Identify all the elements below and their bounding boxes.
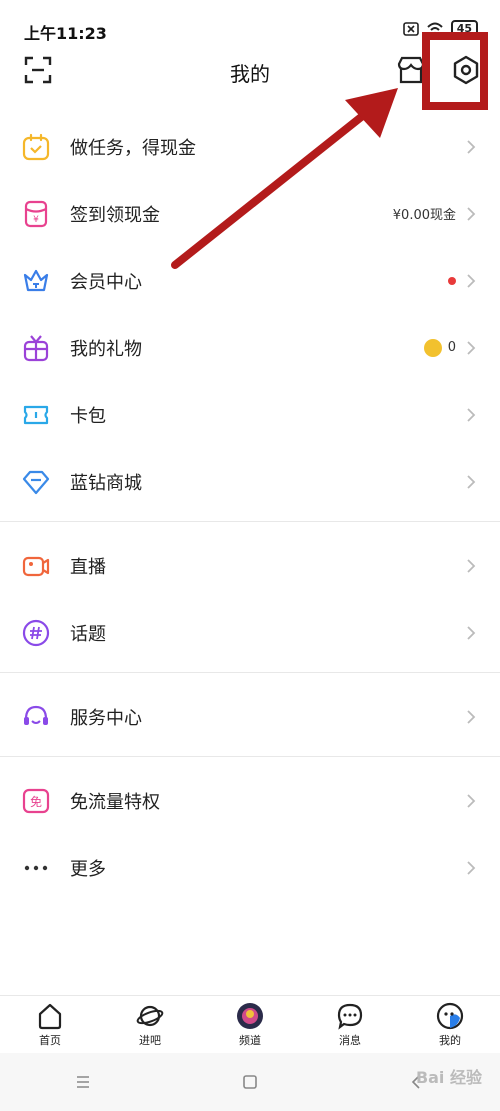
menu-item-label: 免流量特权 [70, 791, 160, 813]
chevron-right-icon [467, 709, 476, 724]
svg-text:¥: ¥ [33, 215, 39, 225]
tab-label: 进吧 [139, 1034, 161, 1047]
free-icon: 免 [22, 788, 50, 813]
menu-item-label: 话题 [70, 623, 106, 645]
menu-item-label: 卡包 [70, 405, 106, 427]
menu-item-topics[interactable]: 话题 [0, 599, 500, 666]
menu-item-gifts[interactable]: 我的礼物 0 [0, 314, 500, 381]
menu-item-label: 更多 [70, 858, 106, 880]
menu-item-label: 直播 [70, 556, 106, 578]
menu-item-label: 蓝钻商城 [70, 472, 142, 494]
tab-mine[interactable]: 我的 [400, 996, 500, 1054]
cash-balance: ¥0.00现金 [392, 208, 456, 223]
menu-item-tasks[interactable]: 做任务，得现金 [0, 113, 500, 180]
menu-item-live[interactable]: 直播 [0, 532, 500, 599]
tab-label: 消息 [339, 1034, 361, 1047]
message-icon [337, 1003, 363, 1030]
tab-label: 我的 [439, 1034, 461, 1047]
headset-icon [24, 705, 48, 725]
watermark: Bai 经验 [415, 1068, 482, 1087]
divider [0, 756, 500, 767]
menu-item-label: 会员中心 [70, 271, 142, 293]
crown-icon [23, 269, 49, 291]
ticket-icon [23, 405, 49, 424]
status-time: 上午11:23 [24, 24, 107, 43]
coin-icon [423, 338, 442, 357]
highlight-box [422, 32, 488, 110]
hashtag-icon [22, 619, 50, 646]
menu-item-more[interactable]: 更多 [0, 834, 500, 901]
menu-item-freeflow[interactable]: 免 免流量特权 [0, 767, 500, 834]
bottom-tab-bar: 首页 进吧 频道 消息 我的 [0, 995, 500, 1054]
camera-icon [22, 556, 50, 576]
chevron-right-icon [467, 340, 476, 355]
home-nav-icon[interactable] [241, 1073, 259, 1091]
home-icon [38, 1003, 62, 1030]
planet-icon [136, 1005, 164, 1027]
menu-icon[interactable] [74, 1073, 92, 1091]
chevron-right-icon [467, 206, 476, 221]
menu-item-cards[interactable]: 卡包 [0, 381, 500, 448]
profile-icon [436, 1002, 464, 1030]
divider [0, 521, 500, 532]
tab-home[interactable]: 首页 [0, 996, 100, 1054]
redenvelope-icon: ¥ [24, 200, 48, 227]
tab-channel[interactable]: 频道 [200, 996, 300, 1054]
more-icon [24, 865, 48, 870]
svg-text:免: 免 [30, 794, 42, 809]
tab-label: 首页 [39, 1034, 61, 1047]
notification-muted-icon [402, 22, 419, 36]
chevron-right-icon [467, 558, 476, 573]
chevron-right-icon [467, 407, 476, 422]
menu-item-label: 做任务，得现金 [70, 137, 196, 159]
menu-list: 做任务，得现金 ¥ 签到领现金 ¥0.00现金 会员中心 我的礼物 0 卡包 蓝… [0, 113, 500, 901]
diamond-icon [22, 470, 50, 494]
notification-dot [448, 276, 456, 285]
menu-item-store[interactable]: 蓝钻商城 [0, 448, 500, 515]
chevron-right-icon [467, 273, 476, 288]
tab-label: 频道 [239, 1034, 261, 1047]
menu-item-label: 签到领现金 [70, 204, 160, 226]
tab-bars[interactable]: 进吧 [100, 996, 200, 1054]
channel-avatar-icon [237, 1003, 263, 1029]
chevron-right-icon [467, 474, 476, 489]
menu-item-checkin[interactable]: ¥ 签到领现金 ¥0.00现金 [0, 180, 500, 247]
chevron-right-icon [467, 793, 476, 808]
menu-item-service[interactable]: 服务中心 [0, 683, 500, 750]
gift-icon [23, 334, 49, 361]
calendar-icon [22, 133, 50, 160]
menu-item-label: 服务中心 [70, 707, 142, 729]
menu-item-label: 我的礼物 [70, 338, 142, 360]
chevron-right-icon [467, 139, 476, 154]
tab-messages[interactable]: 消息 [300, 996, 400, 1054]
gift-count: 0 [447, 340, 456, 355]
divider [0, 672, 500, 683]
menu-item-member[interactable]: 会员中心 [0, 247, 500, 314]
chevron-right-icon [467, 625, 476, 640]
chevron-right-icon [467, 860, 476, 875]
